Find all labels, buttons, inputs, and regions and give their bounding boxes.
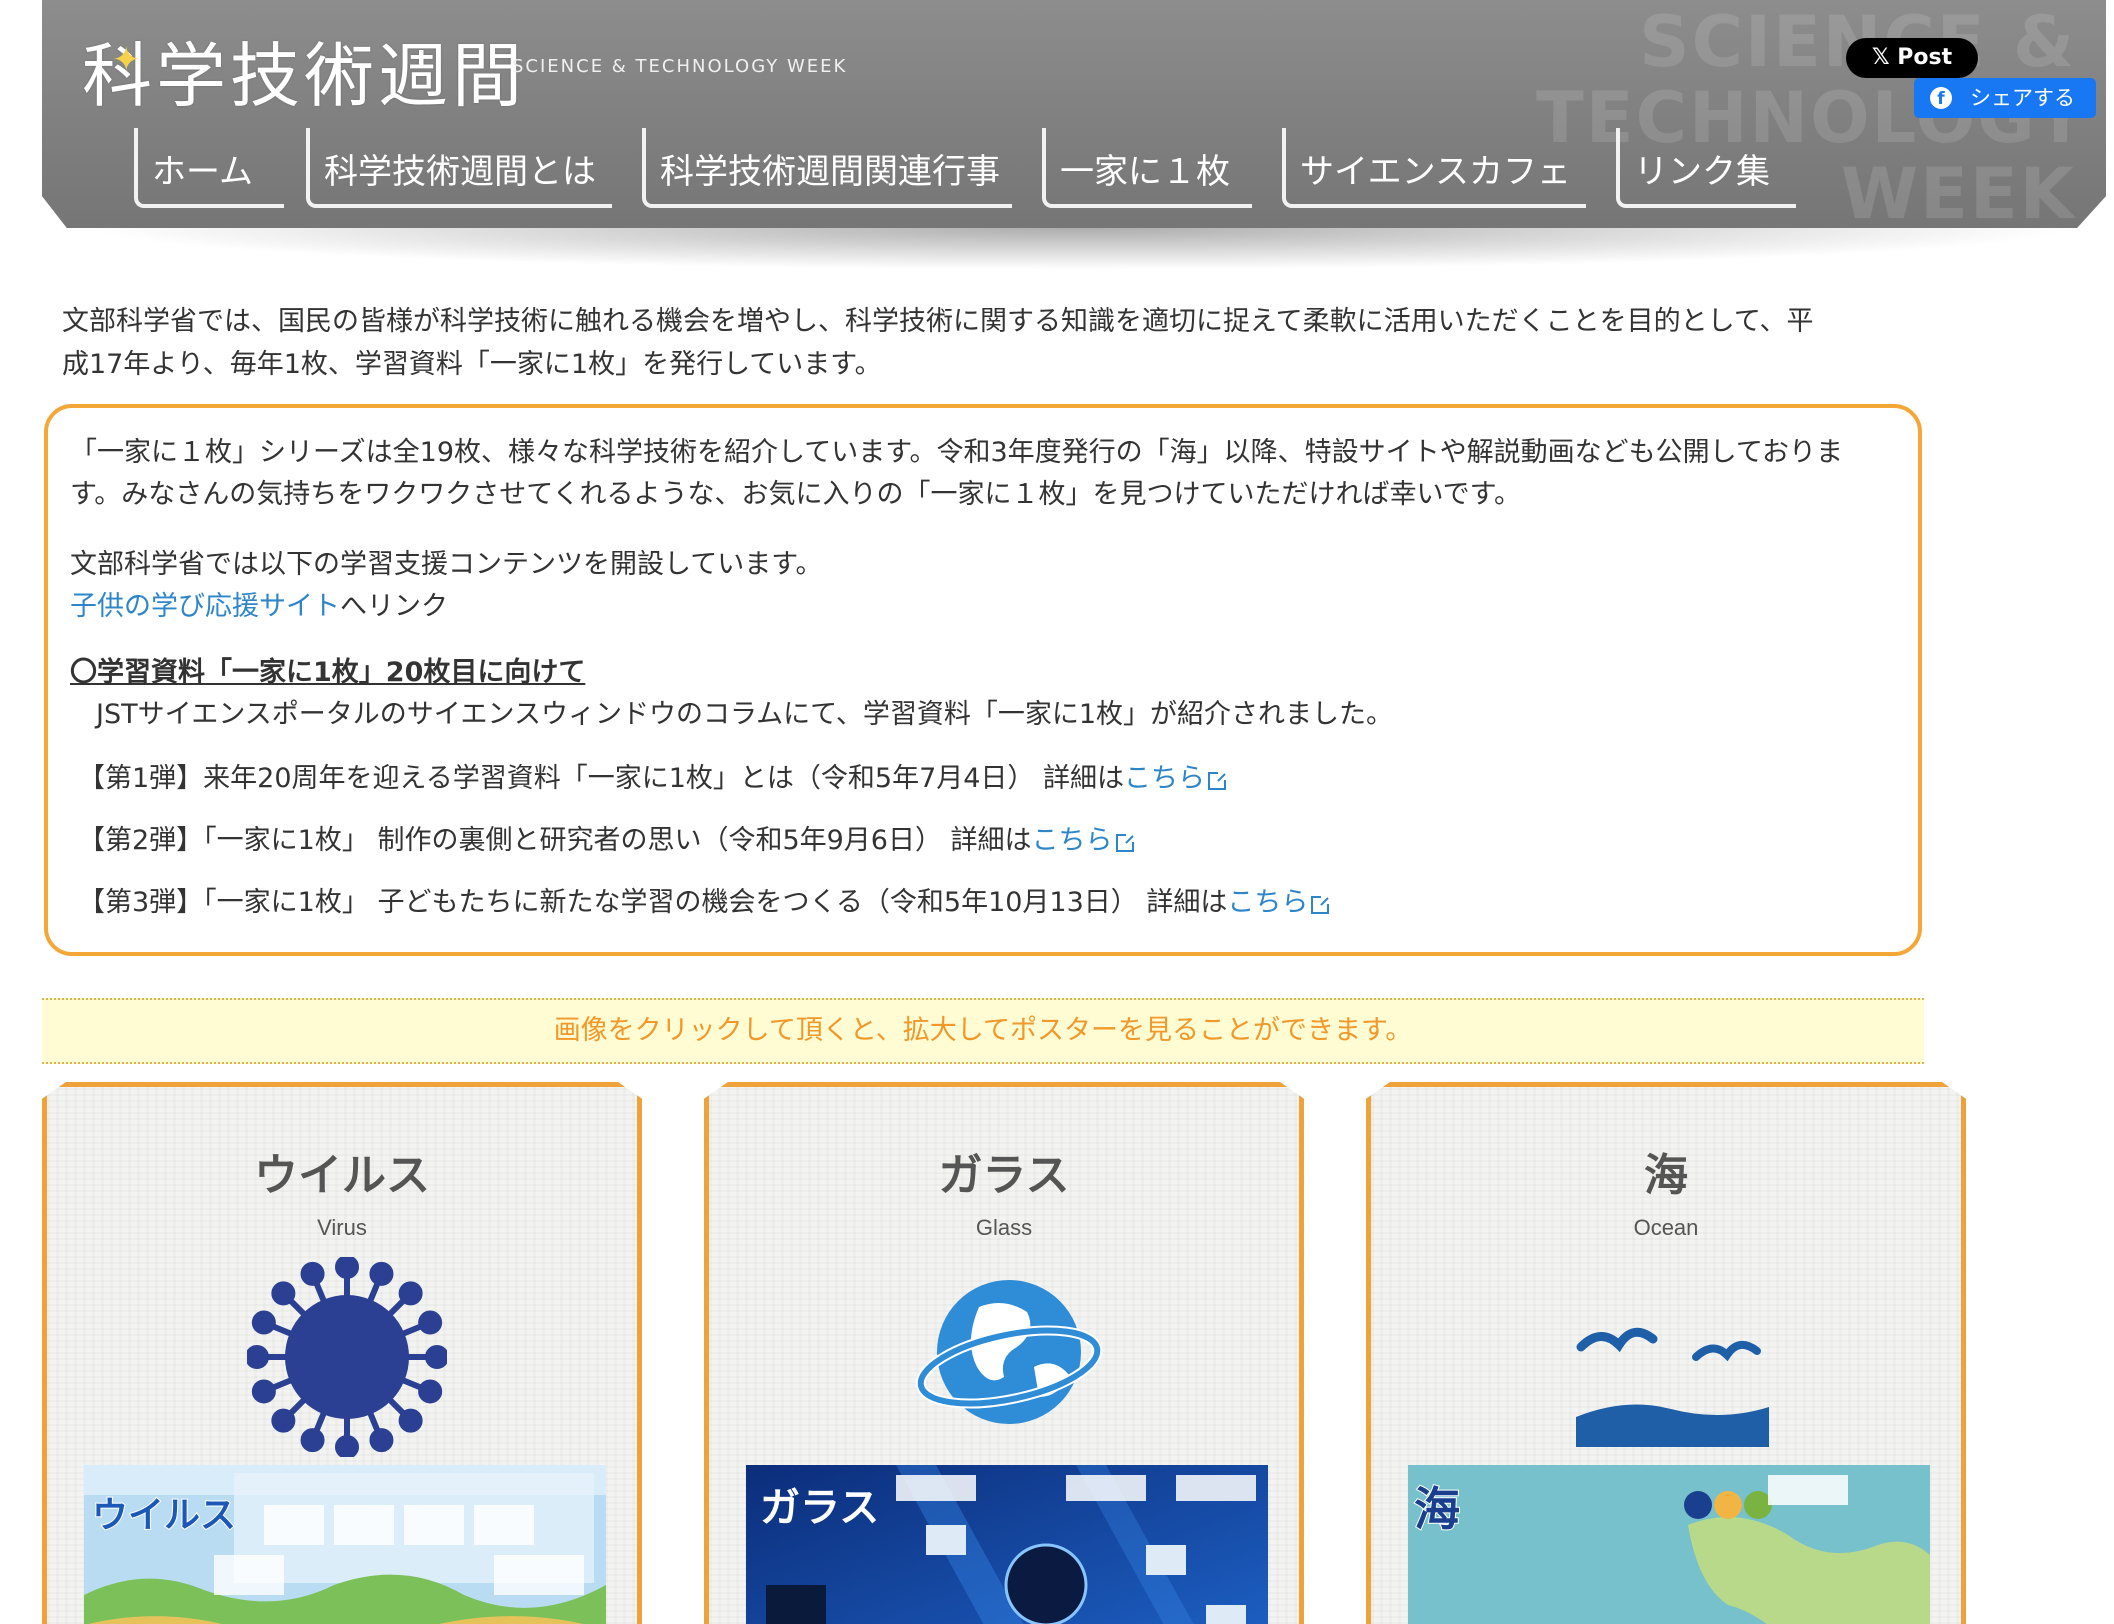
site-header: SCIENCE & TECHNOLOGY WEEK 科学技術週間 ✦ SCIEN… xyxy=(42,0,2106,228)
external-link-icon xyxy=(1311,895,1331,914)
nav-item-events[interactable]: 科学技術週間関連行事 xyxy=(642,128,1012,208)
external-link-icon xyxy=(1208,771,1228,790)
article-link-1[interactable]: こちら xyxy=(1124,763,1205,794)
click-notice: 画像をクリックして頂くと、拡大してポスターを見ることができます。 xyxy=(42,998,1924,1064)
nav-item-ikka-ni-ichimai[interactable]: 一家に１枚 xyxy=(1042,128,1252,208)
svg-text:ウイルス: ウイルス xyxy=(92,1495,236,1536)
facebook-share-button[interactable]: f シェアする xyxy=(1914,78,2096,118)
poster-card-ocean[interactable]: 海 Ocean 海 xyxy=(1366,1082,1966,1624)
poster-card-virus[interactable]: ウイルス Virus ウイルス xyxy=(42,1082,642,1624)
nav-item-home[interactable]: ホーム xyxy=(134,128,284,208)
info-paragraph-1b: す。みなさんの気持ちをワクワクさせてくれるような、お気に入りの「一家に１枚」を見… xyxy=(70,479,1521,510)
nav-item-science-cafe[interactable]: サイエンスカフェ xyxy=(1282,128,1586,208)
nav-item-about[interactable]: 科学技術週間とは xyxy=(306,128,612,208)
virus-icon xyxy=(247,1257,447,1457)
info-box: 「一家に１枚」シリーズは全19枚、様々な科学技術を紹介しています。令和3年度発行… xyxy=(44,404,1922,956)
sparkle-icon: ✦ xyxy=(112,40,141,80)
jst-text: JSTサイエンスポータルのサイエンスウィンドウのコラムにて、学習資料「一家に1枚… xyxy=(96,699,1393,730)
article-item-3: 【第3弾】「一家に1枚」 子どもたちに新たな学習の機会をつくる（令和5年10月1… xyxy=(78,880,1331,919)
facebook-icon: f xyxy=(1930,87,1952,109)
article-link-2[interactable]: こちら xyxy=(1032,825,1113,856)
globe-icon xyxy=(915,1280,1103,1424)
nav-item-links[interactable]: リンク集 xyxy=(1616,128,1796,208)
site-logo[interactable]: 科学技術週間 xyxy=(82,20,526,121)
article-link-3[interactable]: こちら xyxy=(1227,887,1308,918)
article-item-1: 【第1弾】来年20周年を迎える学習資料「一家に1枚」とは（令和5年7月4日） 詳… xyxy=(78,756,1228,795)
poster-thumbnail-glass[interactable]: ガラス xyxy=(746,1465,1268,1624)
ocean-icon xyxy=(1576,1327,1769,1447)
site-logo-subtitle: SCIENCE & TECHNOLOGY WEEK xyxy=(512,56,848,77)
poster-thumbnail-virus[interactable]: ウイルス xyxy=(84,1465,606,1624)
poster-thumbnail-ocean[interactable]: 海 xyxy=(1408,1465,1930,1624)
x-post-button[interactable]: 𝕏 Post xyxy=(1846,38,1978,78)
article-item-2: 【第2弾】「一家に1枚」 制作の裏側と研究者の思い（令和5年9月6日） 詳細はこ… xyxy=(78,818,1135,857)
kids-site-line: 子供の学び応援サイトへリンク xyxy=(70,591,448,622)
intro-text: 文部科学省では、国民の皆様が科学技術に触れる機会を増やし、科学技術に関する知識を… xyxy=(62,306,1814,380)
svg-text:海: 海 xyxy=(1414,1482,1460,1536)
external-link-icon xyxy=(1115,833,1135,852)
x-icon: 𝕏 xyxy=(1871,45,1890,70)
header-shadow xyxy=(80,228,2080,270)
kids-site-link[interactable]: 子供の学び応援サイト xyxy=(70,591,340,622)
info-paragraph-2: 文部科学省では以下の学習支援コンテンツを開設しています。 xyxy=(70,549,823,580)
info-paragraph-1a: 「一家に１枚」シリーズは全19枚、様々な科学技術を紹介しています。令和3年度発行… xyxy=(70,437,1844,468)
section-heading: 〇学習資料「一家に1枚」20枚目に向けて xyxy=(70,657,586,688)
poster-card-glass[interactable]: ガラス Glass ガラス xyxy=(704,1082,1304,1624)
svg-text:ガラス: ガラス xyxy=(760,1485,879,1531)
